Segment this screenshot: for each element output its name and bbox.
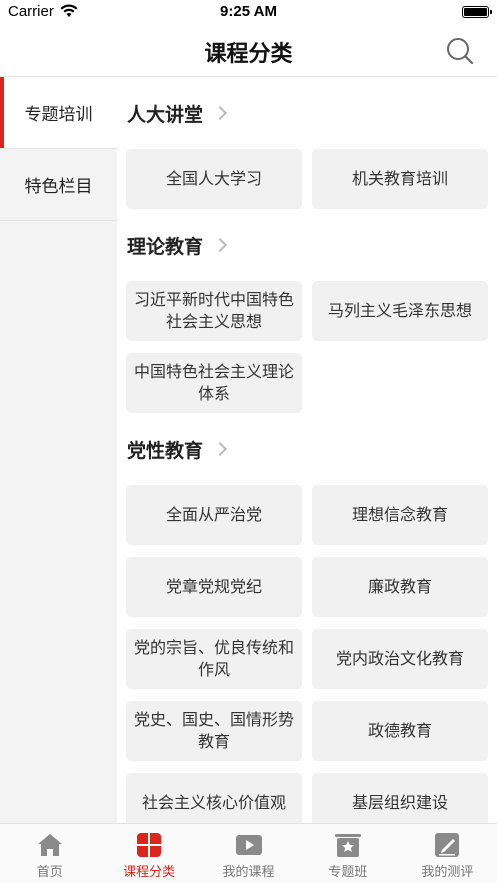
sidebar-item-label: 专题培训 [24, 105, 93, 125]
section-title: 党性教育 [127, 439, 204, 462]
tile-label: 党内政治文化教育 [335, 649, 464, 668]
home-icon [37, 834, 62, 856]
tile-label: 政德教育 [367, 721, 432, 740]
category-sidebar: 专题培训 特色栏目 [0, 77, 117, 823]
edit-note-icon [435, 833, 460, 857]
tab-label: 专题班 [328, 865, 368, 880]
tile-label: 基层组织建设 [351, 793, 448, 812]
course-tile[interactable]: 党章党规党纪 [126, 557, 302, 617]
tile-label: 习近平新时代中国特色社会主义思想 [134, 290, 295, 331]
tile-label: 党的宗旨、优良传统和作风 [134, 638, 295, 679]
section-header-theory-education[interactable]: 理论教育 [127, 230, 228, 260]
course-tile[interactable]: 党史、国史、国情形势教育 [126, 701, 302, 761]
chevron-right-icon [212, 441, 228, 457]
course-tile[interactable]: 社会主义核心价值观 [126, 773, 302, 823]
bottom-tab-bar: 首页 课程分类 我的课程 专题班 我的测评 [0, 823, 497, 883]
course-tile[interactable]: 全国人大学习 [126, 149, 302, 209]
tile-label: 中国特色社会主义理论体系 [134, 362, 295, 403]
status-bar: Carrier 9:25 AM [0, 0, 497, 24]
course-tile[interactable]: 政德教育 [312, 701, 488, 761]
tile-label: 全面从严治党 [165, 505, 262, 524]
tile-label: 党史、国史、国情形势教育 [134, 710, 295, 751]
section-title: 人大讲堂 [127, 103, 204, 126]
course-list: 人大讲堂 全国人大学习 机关教育培训 理论教育 习近平新时代中国特色社会主义思想… [117, 77, 497, 823]
sidebar-item-label: 特色栏目 [24, 177, 93, 197]
course-tile[interactable]: 中国特色社会主义理论体系 [126, 353, 302, 413]
tile-label: 廉政教育 [367, 577, 432, 596]
tile-label: 马列主义毛泽东思想 [327, 301, 472, 320]
chevron-right-icon [212, 105, 228, 121]
course-tile[interactable]: 党的宗旨、优良传统和作风 [126, 629, 302, 689]
clock: 9:25 AM [220, 3, 277, 20]
tile-label: 社会主义核心价值观 [141, 793, 286, 812]
course-tile[interactable]: 习近平新时代中国特色社会主义思想 [126, 281, 302, 341]
sidebar-item-featured-columns[interactable]: 特色栏目 [0, 149, 117, 221]
page-title: 课程分类 [204, 42, 293, 67]
tile-label: 党章党规党纪 [165, 577, 262, 596]
tile-label: 机关教育培训 [351, 169, 448, 188]
tab-special-class[interactable]: 专题班 [298, 824, 397, 883]
tile-label: 全国人大学习 [165, 169, 262, 188]
tab-label: 首页 [36, 865, 63, 880]
course-tile[interactable]: 基层组织建设 [312, 773, 488, 823]
course-tile[interactable]: 马列主义毛泽东思想 [312, 281, 488, 341]
course-tile[interactable]: 全面从严治党 [126, 485, 302, 545]
sidebar-item-topic-training[interactable]: 专题培训 [0, 77, 117, 149]
tile-label: 理想信念教育 [351, 505, 448, 524]
course-tile[interactable]: 理想信念教育 [312, 485, 488, 545]
tab-label: 我的测评 [421, 865, 474, 880]
section-header-party-spirit-education[interactable]: 党性教育 [127, 434, 228, 464]
star-board-icon [334, 834, 361, 857]
tab-my-assessment[interactable]: 我的测评 [398, 824, 497, 883]
course-tile[interactable]: 廉政教育 [312, 557, 488, 617]
chevron-right-icon [212, 237, 228, 253]
tab-home[interactable]: 首页 [0, 824, 99, 883]
battery-icon [462, 6, 492, 18]
search-icon[interactable] [445, 36, 475, 66]
tab-my-courses[interactable]: 我的课程 [199, 824, 298, 883]
course-tile[interactable]: 党内政治文化教育 [312, 629, 488, 689]
section-title: 理论教育 [127, 235, 204, 258]
tab-label: 我的课程 [222, 865, 275, 880]
section-header-npc-lecture[interactable]: 人大讲堂 [127, 98, 228, 128]
tab-course-categories[interactable]: 课程分类 [99, 824, 198, 883]
nav-bar: 课程分类 [0, 24, 497, 77]
tab-label: 课程分类 [123, 865, 176, 880]
play-video-icon [235, 835, 262, 855]
course-tile[interactable]: 机关教育培训 [312, 149, 488, 209]
category-grid-icon [137, 833, 162, 857]
